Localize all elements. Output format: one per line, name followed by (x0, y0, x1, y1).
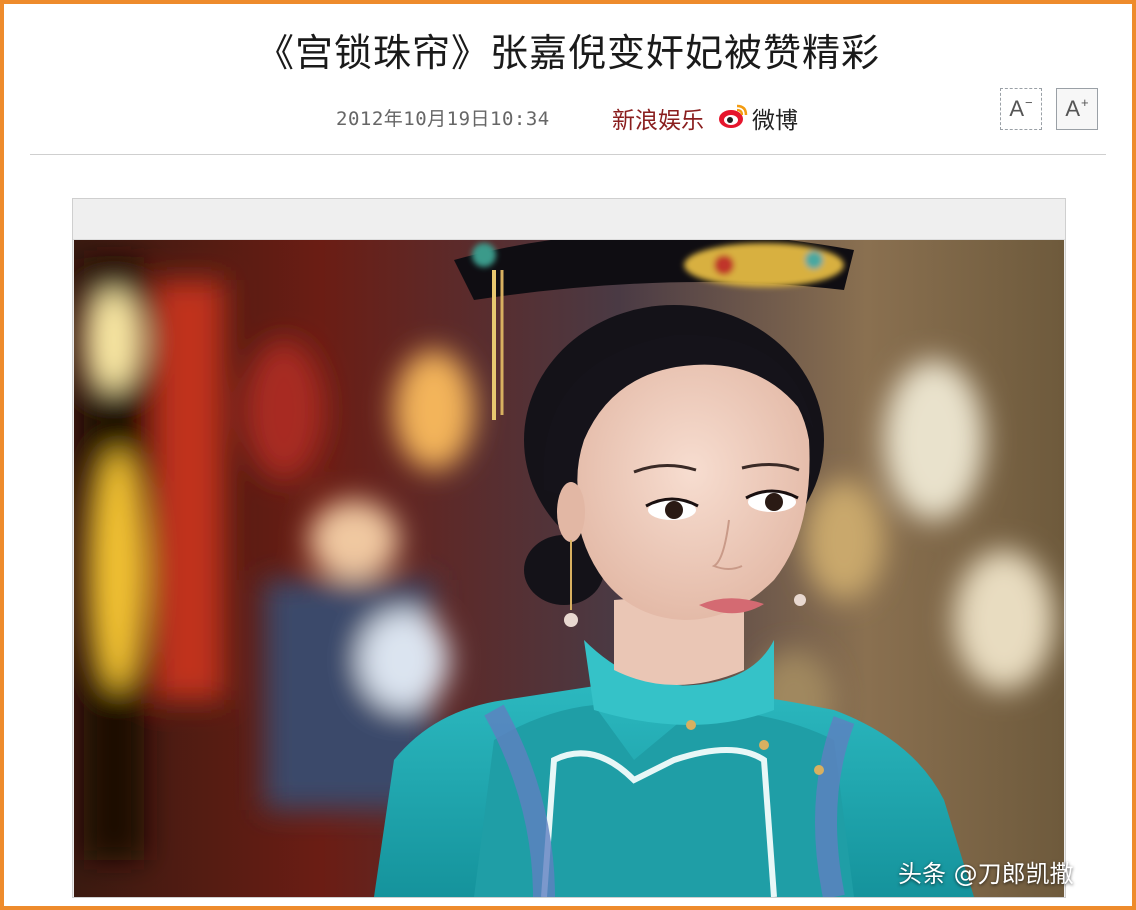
font-decrease-mark: − (1025, 94, 1033, 110)
weibo-icon[interactable] (717, 102, 749, 130)
article-meta: 2012年10月19日10:34 新浪娱乐 微博 (0, 98, 1136, 138)
font-increase-label: A (1065, 96, 1081, 121)
font-increase-mark: + (1081, 94, 1089, 110)
font-decrease-label: A (1009, 96, 1025, 121)
font-decrease-button[interactable]: A − (1000, 88, 1042, 130)
source-link[interactable]: 新浪娱乐 (612, 101, 704, 135)
weibo-link[interactable]: 微博 (752, 101, 798, 135)
article-photo-container (72, 198, 1066, 898)
article-photo (74, 240, 1064, 897)
publish-date: 2012年10月19日10:34 (336, 108, 550, 130)
watermark-text: 头条 @刀郎凯撒 (898, 860, 1074, 888)
header-divider (30, 154, 1106, 155)
photo-caption-bar (73, 199, 1065, 240)
font-increase-button[interactable]: A + (1056, 88, 1098, 130)
article-title: 《宫锁珠帘》张嘉倪变奸妃被赞精彩 (255, 31, 880, 75)
